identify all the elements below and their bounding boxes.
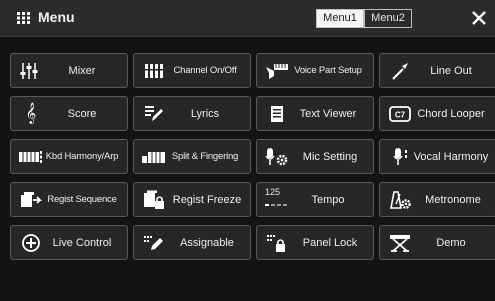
- demo-button[interactable]: Demo: [379, 225, 495, 260]
- grid-menu-icon: [17, 12, 30, 24]
- regist-freeze-label: Regist Freeze: [172, 193, 242, 206]
- vocal-harmony-label: Vocal Harmony: [413, 150, 489, 163]
- text-viewer-button[interactable]: Text Viewer: [256, 96, 374, 131]
- mic-setting-button[interactable]: Mic Setting: [256, 139, 374, 174]
- panel-lock-label: Panel Lock: [302, 236, 358, 249]
- regist-sequence-button[interactable]: Regist Sequence: [10, 182, 128, 217]
- channel-onoff-label: Channel On/Off: [173, 65, 237, 76]
- chord-looper-button[interactable]: C7 Chord Looper: [379, 96, 495, 131]
- tempo-beat-indicator: [265, 204, 287, 206]
- assignable-button[interactable]: Assignable: [133, 225, 251, 260]
- score-button[interactable]: 𝄞 Score: [10, 96, 128, 131]
- line-out-label: Line Out: [430, 64, 472, 77]
- menu-button-grid: Mixer Channel On/Off Voice Part Setup Li…: [10, 53, 495, 260]
- assignable-pen-icon: [141, 233, 167, 253]
- menu-tabs: Menu1 Menu2: [316, 9, 412, 28]
- channel-onoff-button[interactable]: Channel On/Off: [133, 53, 251, 88]
- menu-screen: Menu Menu1 Menu2 Mixer Channel On/Off Vo…: [0, 0, 495, 301]
- tempo-value: 125: [265, 187, 281, 197]
- registration-freeze-lock-icon: [141, 190, 167, 210]
- vocal-harmony-button[interactable]: Vocal Harmony: [379, 139, 495, 174]
- mic-setting-label: Mic Setting: [302, 150, 358, 163]
- voice-part-setup-button[interactable]: Voice Part Setup: [256, 53, 374, 88]
- tempo-button[interactable]: 125 Tempo: [256, 182, 374, 217]
- assignable-label: Assignable: [180, 236, 234, 249]
- line-out-button[interactable]: Line Out: [379, 53, 495, 88]
- panel-lock-icon: [264, 233, 290, 253]
- regist-freeze-button[interactable]: Regist Freeze: [133, 182, 251, 217]
- tab-menu2[interactable]: Menu2: [364, 9, 412, 28]
- mixer-label: Mixer: [68, 64, 96, 77]
- panel-lock-button[interactable]: Panel Lock: [256, 225, 374, 260]
- regist-sequence-label: Regist Sequence: [47, 194, 117, 205]
- kbd-harmony-arp-label: Kbd Harmony/Arp: [45, 151, 119, 162]
- lyrics-label: Lyrics: [190, 107, 220, 120]
- mixer-button[interactable]: Mixer: [10, 53, 128, 88]
- mic-gear-icon: [264, 147, 290, 167]
- page-title: Menu: [38, 9, 75, 25]
- svg-text:C7: C7: [395, 110, 406, 119]
- metronome-icon: [387, 190, 413, 210]
- close-icon[interactable]: [471, 10, 487, 26]
- tempo-label: Tempo: [311, 193, 345, 206]
- metronome-button[interactable]: Metronome: [379, 182, 495, 217]
- tab-menu1[interactable]: Menu1: [316, 9, 364, 28]
- live-control-button[interactable]: Live Control: [10, 225, 128, 260]
- split-fingering-button[interactable]: Split & Fingering: [133, 139, 251, 174]
- kbd-harmony-arp-button[interactable]: Kbd Harmony/Arp: [10, 139, 128, 174]
- menu-header: Menu Menu1 Menu2: [0, 0, 495, 37]
- lyrics-button[interactable]: Lyrics: [133, 96, 251, 131]
- demo-label: Demo: [436, 236, 466, 249]
- chord-looper-label: Chord Looper: [417, 107, 485, 120]
- voice-part-setup-label: Voice Part Setup: [294, 65, 362, 76]
- metronome-label: Metronome: [425, 193, 481, 206]
- live-control-label: Live Control: [52, 236, 112, 249]
- score-label: Score: [67, 107, 97, 120]
- text-viewer-label: Text Viewer: [299, 107, 357, 120]
- split-fingering-label: Split & Fingering: [171, 151, 239, 162]
